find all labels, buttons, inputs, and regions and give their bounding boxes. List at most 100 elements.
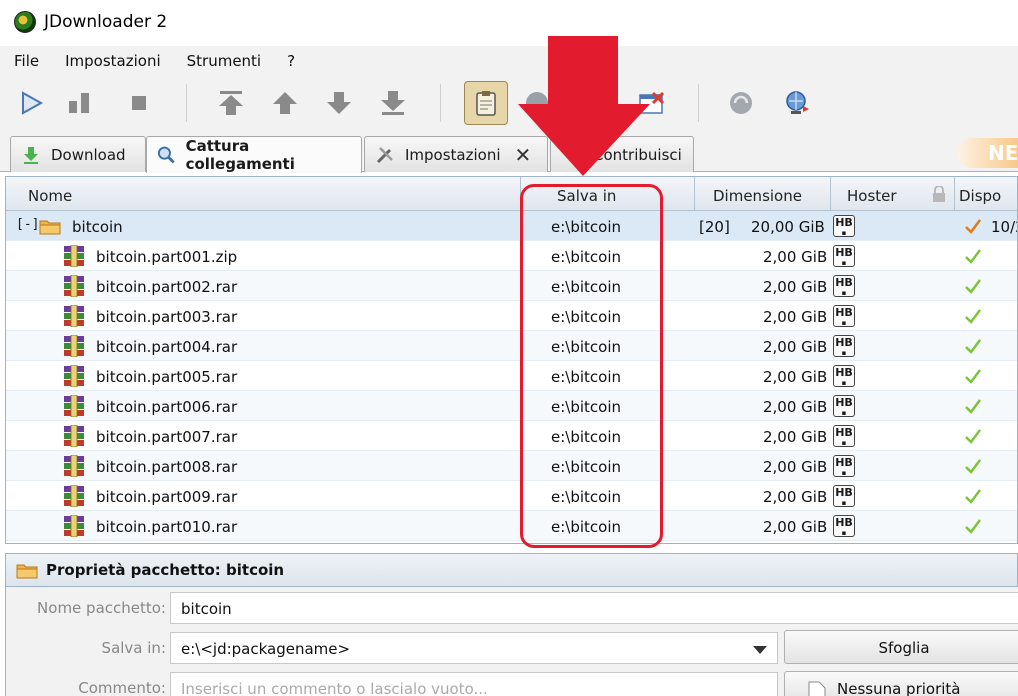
package-properties-header: Proprietà pacchetto: bitcoin xyxy=(5,553,1018,587)
clipboard-monitor-toggle[interactable] xyxy=(464,81,508,125)
move-up-button[interactable] xyxy=(270,88,300,118)
hoster-icon: HB ▪ xyxy=(833,515,855,537)
table-row[interactable]: bitcoin.part009.rar e:\bitcoin 2,00 GiB HB ▪ xyxy=(6,481,1017,511)
comment-label: Commento: xyxy=(78,679,166,696)
comment-input[interactable]: Inserisci un commento o lascialo vuoto..… xyxy=(170,672,778,696)
move-to-top-icon xyxy=(219,91,243,115)
online-check-icon xyxy=(965,429,981,444)
refresh-button[interactable] xyxy=(726,88,756,118)
tab-linkgrabber[interactable]: Cattura collegamenti xyxy=(146,136,362,173)
tab-download-label: Download xyxy=(51,145,126,164)
file-name: bitcoin.part009.rar xyxy=(96,488,238,506)
column-availability[interactable]: Dispo xyxy=(955,177,1017,211)
menu-settings[interactable]: Impostazioni xyxy=(51,52,173,70)
move-down-button[interactable] xyxy=(324,88,354,118)
tab-settings-label: Impostazioni xyxy=(405,145,501,164)
play-icon xyxy=(22,91,44,115)
file-name: bitcoin.part006.rar xyxy=(96,398,238,416)
properties-title: Proprietà pacchetto: bitcoin xyxy=(46,561,285,579)
file-size: 2,00 GiB xyxy=(763,518,828,536)
news-button[interactable]: NE xyxy=(958,138,1018,168)
priority-button[interactable]: Nessuna priorità xyxy=(784,671,1018,696)
priority-flag-icon xyxy=(808,681,826,696)
magnifier-icon xyxy=(157,146,175,164)
save-in-dropdown[interactable]: e:\<jd:packagename> xyxy=(170,632,778,664)
online-check-icon xyxy=(965,399,981,414)
tab-download[interactable]: Download xyxy=(10,136,146,172)
collapse-toggle[interactable]: [-] xyxy=(16,218,39,233)
file-name: bitcoin.part003.rar xyxy=(96,308,238,326)
red-highlight-box xyxy=(520,184,663,548)
arrow-down-icon xyxy=(327,92,351,114)
column-name[interactable]: Nome xyxy=(6,177,521,211)
toolbar-separator xyxy=(698,84,699,122)
online-check-icon xyxy=(965,339,981,354)
file-size: 2,00 GiB xyxy=(763,428,828,446)
table-row[interactable]: bitcoin.part005.rar e:\bitcoin 2,00 GiB HB ▪ xyxy=(6,361,1017,391)
file-size: 2,00 GiB xyxy=(763,488,828,506)
hoster-icon: HB ▪ xyxy=(833,335,855,357)
table-row[interactable]: bitcoin.part002.rar e:\bitcoin 2,00 GiB HB ▪ xyxy=(6,271,1017,301)
table-header: Nome Salva in Dimensione Hoster Dispo xyxy=(6,177,1017,211)
package-count: [20] xyxy=(699,218,730,236)
package-name-field[interactable]: bitcoin xyxy=(170,592,1018,624)
menu-tools[interactable]: Strumenti xyxy=(173,52,273,70)
online-check-icon xyxy=(965,279,981,294)
file-size: 2,00 GiB xyxy=(763,248,828,266)
lock-icon[interactable] xyxy=(932,185,946,202)
tools-icon xyxy=(376,146,393,163)
window-title: JDownloader 2 xyxy=(44,12,168,32)
online-check-icon xyxy=(965,309,981,324)
hoster-icon: HB ▪ xyxy=(833,425,855,447)
menu-help[interactable]: ? xyxy=(273,52,307,70)
package-properties-panel: Nome pacchetto: bitcoin Salva in: e:\<jd… xyxy=(5,587,1018,696)
start-downloads-button[interactable] xyxy=(16,88,46,118)
file-size: 2,00 GiB xyxy=(763,458,828,476)
jdownloader-logo-icon xyxy=(14,11,36,33)
move-bottom-button[interactable] xyxy=(378,88,408,118)
file-size: 2,00 GiB xyxy=(763,338,828,356)
file-size: 2,00 GiB xyxy=(763,368,828,386)
red-arrow-annotation xyxy=(518,36,650,176)
move-top-button[interactable] xyxy=(216,88,246,118)
archive-file-icon xyxy=(64,275,84,297)
online-check-icon xyxy=(965,249,981,264)
table-row[interactable]: bitcoin.part008.rar e:\bitcoin 2,00 GiB HB ▪ xyxy=(6,451,1017,481)
archive-file-icon xyxy=(64,425,84,447)
partial-check-icon xyxy=(965,219,981,234)
table-row[interactable]: bitcoin.part004.rar e:\bitcoin 2,00 GiB HB ▪ xyxy=(6,331,1017,361)
clipboard-icon xyxy=(476,91,496,116)
archive-file-icon xyxy=(64,395,84,417)
update-button[interactable] xyxy=(782,88,812,118)
toolbar-separator xyxy=(186,84,187,122)
archive-file-icon xyxy=(64,335,84,357)
table-row[interactable]: bitcoin.part001.zip e:\bitcoin 2,00 GiB HB ▪ xyxy=(6,241,1017,271)
globe-update-icon xyxy=(786,91,809,114)
stop-button[interactable] xyxy=(124,88,154,118)
package-row[interactable]: [-] bitcoin e:\bitcoin [20] 20,00 GiB HB… xyxy=(6,211,1017,241)
menu-file[interactable]: File xyxy=(0,52,51,70)
archive-file-icon xyxy=(64,305,84,327)
table-row[interactable]: bitcoin.part003.rar e:\bitcoin 2,00 GiB HB ▪ xyxy=(6,301,1017,331)
file-name: bitcoin.part004.rar xyxy=(96,338,238,356)
chevron-down-icon[interactable] xyxy=(753,646,767,654)
column-size[interactable]: Dimensione xyxy=(695,177,831,211)
file-size: 2,00 GiB xyxy=(763,398,828,416)
online-check-icon xyxy=(965,519,981,534)
stop-icon xyxy=(132,96,146,110)
hoster-icon: HB ▪ xyxy=(833,485,855,507)
toolbar xyxy=(0,76,1018,132)
archive-file-icon xyxy=(64,365,84,387)
package-name: bitcoin xyxy=(72,218,123,236)
browse-button[interactable]: Sfoglia xyxy=(784,630,1018,664)
menu-bar: File Impostazioni Strumenti ? xyxy=(0,46,1018,76)
table-row[interactable]: bitcoin.part006.rar e:\bitcoin 2,00 GiB HB ▪ xyxy=(6,391,1017,421)
table-row[interactable]: bitcoin.part010.rar e:\bitcoin 2,00 GiB HB ▪ xyxy=(6,511,1017,541)
save-in-value: e:\<jd:packagename> xyxy=(181,640,351,658)
package-size: 20,00 GiB xyxy=(751,218,825,236)
refresh-icon xyxy=(730,92,752,114)
table-row[interactable]: bitcoin.part007.rar e:\bitcoin 2,00 GiB HB ▪ xyxy=(6,421,1017,451)
pause-button[interactable] xyxy=(64,88,94,118)
package-name-label: Nome pacchetto: xyxy=(37,599,166,617)
file-name: bitcoin.part007.rar xyxy=(96,428,238,446)
